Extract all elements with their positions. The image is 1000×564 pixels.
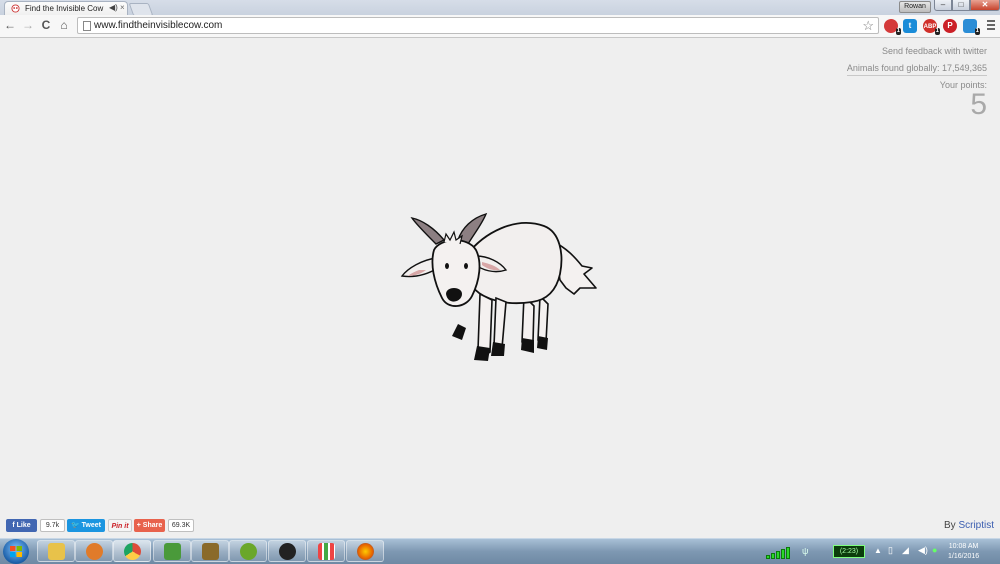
feedback-link[interactable]: Send feedback with twitter (847, 46, 987, 56)
window-title-bar: Find the Invisible Cow ◀) × Rowan – □ ✕ (0, 0, 1000, 16)
points-value: 5 (970, 88, 987, 121)
security-icon[interactable]: ● (932, 545, 937, 555)
reload-button[interactable]: C (39, 18, 53, 32)
share-button[interactable]: + Share (134, 519, 165, 532)
menu-icon[interactable] (987, 20, 995, 32)
twitter-extension-icon[interactable]: t (903, 19, 917, 33)
author-link[interactable]: Scriptist (958, 520, 994, 531)
media-player-icon (86, 543, 103, 560)
windows-logo-icon (10, 546, 22, 557)
taskbar-chrome[interactable] (113, 540, 151, 562)
share-count: 69.3K (168, 519, 194, 532)
firefox-icon (357, 543, 374, 560)
tweet-button[interactable]: 🐦 Tweet (67, 519, 105, 532)
signal-strength-icon (766, 547, 792, 559)
facebook-like-button[interactable]: f Like (6, 519, 37, 532)
back-button[interactable]: ← (3, 18, 17, 32)
like-count: 9.7k (40, 519, 65, 532)
browser-toolbar: ← → C ⌂ www.findtheinvisiblecow.com ☆ 1 … (0, 15, 1000, 38)
volume-icon[interactable]: ◀) (918, 545, 928, 556)
close-window-button[interactable]: ✕ (970, 0, 1000, 11)
file-explorer-icon (48, 543, 65, 560)
adblock-extension-icon[interactable]: ABP 1 (923, 19, 940, 35)
app-grid-icon (318, 543, 335, 560)
start-button[interactable] (3, 539, 29, 564)
taskbar-app-grid[interactable] (307, 540, 345, 562)
taskbar-dosbox[interactable] (191, 540, 229, 562)
battery-icon[interactable]: ▯ (888, 545, 893, 556)
tab-title: Find the Invisible Cow (25, 4, 104, 13)
show-hidden-icons[interactable]: ▲ (874, 546, 882, 555)
address-bar[interactable]: www.findtheinvisiblecow.com ☆ (77, 17, 879, 34)
taskbar-stock-chart[interactable] (153, 540, 191, 562)
stats-panel: Send feedback with twitter Animals found… (846, 46, 987, 121)
animals-found-counter: Animals found globally: 17,549,365 (846, 63, 987, 76)
dosbox-icon (202, 543, 219, 560)
taskbar-sonos[interactable] (268, 540, 306, 562)
stock-chart-icon (164, 543, 181, 560)
speaker-icon[interactable]: ◀) (109, 3, 118, 12)
byline-prefix: By (944, 520, 956, 531)
taskbar-file-explorer[interactable] (37, 540, 75, 562)
system-clock[interactable]: 10:08 AM 1/16/2016 (948, 542, 979, 562)
points-label: Your points: (939, 80, 987, 90)
pin-it-button[interactable]: Pin it (108, 519, 132, 532)
clock-date: 1/16/2016 (948, 553, 980, 560)
stop-extension-icon[interactable]: 1 (884, 19, 901, 35)
browser-tab[interactable]: Find the Invisible Cow ◀) × (4, 1, 128, 15)
bookmark-star-icon[interactable]: ☆ (862, 18, 874, 34)
hurricane-icon (240, 543, 257, 560)
taskbar-firefox[interactable] (346, 540, 384, 562)
byline: By Scriptist (944, 520, 994, 531)
user-profile-button[interactable]: Rowan (899, 1, 931, 13)
sonos-icon (279, 543, 296, 560)
tab-close-button[interactable]: × (120, 3, 125, 12)
network-icon[interactable]: ◢ (902, 545, 909, 556)
url-text[interactable]: www.findtheinvisiblecow.com (94, 20, 222, 31)
forward-button[interactable]: → (21, 18, 35, 32)
taskbar-hurricane[interactable] (229, 540, 267, 562)
tag-extension-icon[interactable]: 1 (963, 19, 980, 35)
cow-favicon-icon (11, 4, 20, 13)
home-button[interactable]: ⌂ (57, 18, 71, 32)
pinterest-extension-icon[interactable]: P (943, 19, 957, 33)
clock-time: 10:08 AM (948, 543, 979, 550)
battery-indicator[interactable]: (2:23) (833, 545, 865, 558)
page-icon (83, 21, 91, 31)
wifi-icon[interactable]: ψ (802, 546, 808, 556)
chrome-icon (124, 543, 141, 560)
system-tray: ψ (2:23) ▲ ▯ ◢ ◀) ● 10:08 AM 1/16/2016 (762, 541, 1000, 563)
windows-taskbar: ψ (2:23) ▲ ▯ ◢ ◀) ● 10:08 AM 1/16/2016 (0, 538, 1000, 564)
minimize-button[interactable]: – (934, 0, 952, 11)
goat-illustration[interactable] (396, 210, 606, 365)
taskbar-media-player[interactable] (75, 540, 113, 562)
maximize-button[interactable]: □ (952, 0, 970, 11)
